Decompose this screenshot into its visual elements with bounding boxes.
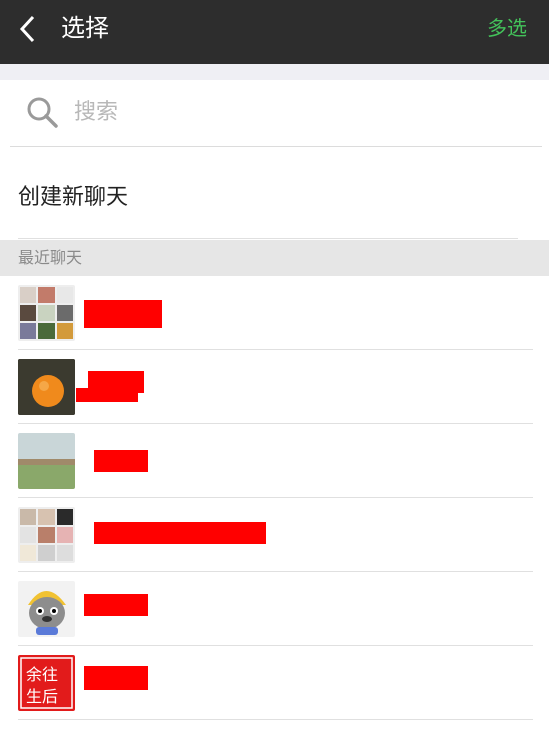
avatar-text: 余往 — [26, 665, 58, 684]
divider — [18, 719, 533, 720]
section-header: 最近聊天 — [0, 240, 549, 276]
redacted-name — [84, 666, 148, 690]
chevron-left-icon[interactable] — [14, 14, 44, 44]
avatar — [18, 285, 75, 341]
redacted-name — [94, 450, 148, 472]
redacted-name — [84, 300, 162, 328]
search-icon — [27, 97, 58, 128]
divider — [0, 64, 549, 80]
avatar — [18, 507, 75, 563]
create-chat-button[interactable]: 创建新聊天 — [18, 180, 128, 216]
avatar — [18, 433, 75, 489]
avatar: 余往 生后 — [18, 655, 75, 711]
list-item[interactable]: 余往 生后 — [0, 646, 549, 720]
search-input[interactable]: 搜索 — [74, 98, 118, 128]
redacted-name — [84, 594, 148, 616]
page-title: 选择 — [61, 14, 109, 42]
section-title: 最近聊天 — [18, 248, 83, 267]
search-bar[interactable]: 搜索 — [10, 80, 542, 147]
list-item[interactable] — [0, 424, 549, 498]
avatar-text: 生后 — [26, 687, 58, 706]
redacted-name — [94, 522, 266, 544]
list-item[interactable] — [0, 572, 549, 646]
list-item[interactable] — [0, 350, 549, 424]
list-item[interactable] — [0, 276, 549, 350]
redacted-name — [76, 388, 138, 402]
list-item[interactable] — [0, 498, 549, 572]
multi-select-button[interactable]: 多选 — [487, 14, 527, 42]
top-bar: 选择 多选 — [0, 0, 549, 64]
avatar — [18, 581, 75, 637]
divider — [18, 238, 518, 239]
avatar — [18, 359, 75, 415]
